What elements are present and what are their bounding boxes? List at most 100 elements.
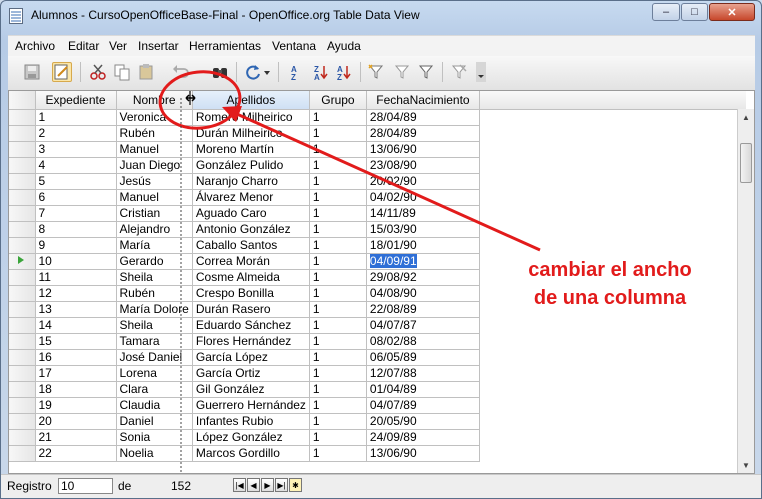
scroll-up-icon[interactable]: ▲: [739, 110, 753, 124]
row-header[interactable]: [9, 429, 36, 446]
cell-nombre[interactable]: Clara: [116, 381, 193, 398]
menu-editar[interactable]: Editar: [68, 39, 99, 53]
row-header[interactable]: [9, 333, 36, 350]
vertical-scrollbar[interactable]: ▲ ▼: [737, 109, 754, 473]
cell-expediente[interactable]: 8: [35, 221, 117, 238]
column-header-fechanacimiento[interactable]: FechaNacimiento: [366, 91, 480, 110]
table-row[interactable]: 14 Sheila Eduardo Sánchez 1 04/07/87: [9, 317, 746, 334]
menu-archivo[interactable]: Archivo: [15, 39, 55, 53]
current-row-indicator-icon[interactable]: [9, 253, 36, 270]
registro-input[interactable]: 10: [58, 478, 113, 494]
cell-expediente[interactable]: 6: [35, 189, 117, 206]
row-header[interactable]: [9, 397, 36, 414]
row-header[interactable]: [9, 381, 36, 398]
table-row[interactable]: 1 Veronica Romero Milheirico 1 28/04/89: [9, 109, 746, 126]
cell-apellidos[interactable]: Durán Milheirico: [192, 125, 310, 142]
cell-apellidos[interactable]: López González: [192, 429, 310, 446]
cell-nombre[interactable]: Veronica: [116, 109, 193, 126]
remove-filter-icon[interactable]: [449, 62, 469, 82]
row-header[interactable]: [9, 141, 36, 158]
scroll-thumb[interactable]: [740, 143, 752, 183]
cell-fecha-nacimiento[interactable]: 13/06/90: [366, 445, 480, 462]
cell-grupo[interactable]: 1: [309, 445, 367, 462]
find-icon[interactable]: [210, 62, 230, 82]
cell-expediente[interactable]: 5: [35, 173, 117, 190]
cell-apellidos[interactable]: Antonio González: [192, 221, 310, 238]
cell-expediente[interactable]: 2: [35, 125, 117, 142]
row-header[interactable]: [9, 349, 36, 366]
cell-expediente[interactable]: 10: [35, 253, 117, 270]
cell-expediente[interactable]: 19: [35, 397, 117, 414]
menu-herramientas[interactable]: Herramientas: [189, 39, 261, 53]
table-row[interactable]: 8 Alejandro Antonio González 1 15/03/90: [9, 221, 746, 238]
cell-fecha-nacimiento[interactable]: 12/07/88: [366, 365, 480, 382]
cell-nombre[interactable]: Manuel: [116, 141, 193, 158]
table-row[interactable]: 20 Daniel Infantes Rubio 1 20/05/90: [9, 413, 746, 430]
row-header[interactable]: [9, 445, 36, 462]
cell-fecha-nacimiento[interactable]: 04/02/90: [366, 189, 480, 206]
autofilter-icon[interactable]: [366, 62, 386, 82]
filter-icon[interactable]: [416, 62, 436, 82]
cell-fecha-nacimiento[interactable]: 01/04/89: [366, 381, 480, 398]
cell-nombre[interactable]: José Daniel: [116, 349, 193, 366]
cell-nombre[interactable]: Sheila: [116, 317, 193, 334]
cell-expediente[interactable]: 21: [35, 429, 117, 446]
paste-icon[interactable]: [136, 62, 156, 82]
table-row[interactable]: 3 Manuel Moreno Martín 1 13/06/90: [9, 141, 746, 158]
cell-expediente[interactable]: 1: [35, 109, 117, 126]
cell-apellidos[interactable]: García Ortiz: [192, 365, 310, 382]
cell-apellidos[interactable]: González Pulido: [192, 157, 310, 174]
save-icon[interactable]: [22, 62, 42, 82]
cell-fecha-nacimiento[interactable]: 06/05/89: [366, 349, 480, 366]
sort-icon[interactable]: AZ: [334, 62, 354, 82]
cell-fecha-nacimiento[interactable]: 29/08/92: [366, 269, 480, 286]
new-record-icon[interactable]: ✱: [289, 478, 302, 492]
cell-grupo[interactable]: 1: [309, 349, 367, 366]
cell-expediente[interactable]: 17: [35, 365, 117, 382]
row-header[interactable]: [9, 157, 36, 174]
cell-nombre[interactable]: Noelia: [116, 445, 193, 462]
last-record-icon[interactable]: ▶|: [275, 478, 288, 492]
cell-nombre[interactable]: Alejandro: [116, 221, 193, 238]
cell-grupo[interactable]: 1: [309, 205, 367, 222]
cell-expediente[interactable]: 3: [35, 141, 117, 158]
menu-ventana[interactable]: Ventana: [272, 39, 316, 53]
refresh-icon[interactable]: [243, 62, 263, 82]
cell-grupo[interactable]: 1: [309, 333, 367, 350]
cell-nombre[interactable]: Cristian: [116, 205, 193, 222]
cell-grupo[interactable]: 1: [309, 157, 367, 174]
cell-expediente[interactable]: 7: [35, 205, 117, 222]
cell-fecha-nacimiento[interactable]: 22/08/89: [366, 301, 480, 318]
cell-expediente[interactable]: 11: [35, 269, 117, 286]
row-header[interactable]: [9, 285, 36, 302]
cell-fecha-nacimiento[interactable]: 28/04/89: [366, 125, 480, 142]
row-header[interactable]: [9, 205, 36, 222]
table-row[interactable]: 18 Clara Gil González 1 01/04/89: [9, 381, 746, 398]
table-row[interactable]: 5 Jesús Naranjo Charro 1 20/02/90: [9, 173, 746, 190]
cell-apellidos[interactable]: Crespo Bonilla: [192, 285, 310, 302]
cell-nombre[interactable]: Jesús: [116, 173, 193, 190]
cell-expediente[interactable]: 9: [35, 237, 117, 254]
menu-ayuda[interactable]: Ayuda: [327, 39, 361, 53]
row-header[interactable]: [9, 237, 36, 254]
cell-apellidos[interactable]: Moreno Martín: [192, 141, 310, 158]
table-row[interactable]: 21 Sonia López González 1 24/09/89: [9, 429, 746, 446]
undo-icon[interactable]: [171, 62, 191, 82]
cell-grupo[interactable]: 1: [309, 365, 367, 382]
cell-nombre[interactable]: Manuel: [116, 189, 193, 206]
column-header-apellidos[interactable]: Apellidos: [192, 91, 310, 110]
cell-expediente[interactable]: 20: [35, 413, 117, 430]
cell-grupo[interactable]: 1: [309, 221, 367, 238]
table-row[interactable]: 9 María Caballo Santos 1 18/01/90: [9, 237, 746, 254]
cell-nombre[interactable]: Tamara: [116, 333, 193, 350]
column-header-expediente[interactable]: Expediente: [35, 91, 117, 110]
row-header[interactable]: [9, 173, 36, 190]
table-row[interactable]: 7 Cristian Aguado Caro 1 14/11/89: [9, 205, 746, 222]
prev-record-icon[interactable]: ◀: [247, 478, 260, 492]
minimize-button[interactable]: –: [652, 3, 680, 21]
table-row[interactable]: 16 José Daniel García López 1 06/05/89: [9, 349, 746, 366]
cell-apellidos[interactable]: Eduardo Sánchez: [192, 317, 310, 334]
standard-filter-icon[interactable]: [392, 62, 412, 82]
row-header[interactable]: [9, 125, 36, 142]
row-header[interactable]: [9, 269, 36, 286]
